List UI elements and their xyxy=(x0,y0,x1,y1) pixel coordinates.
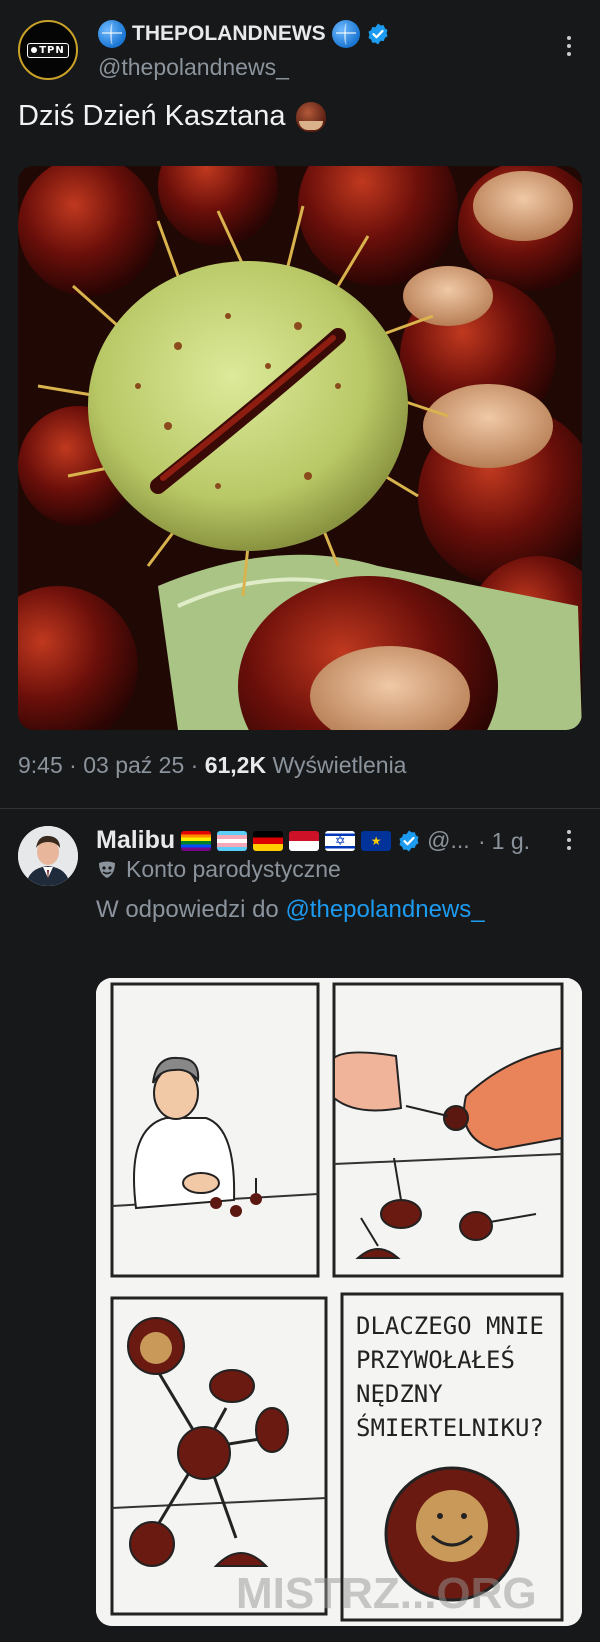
comic-caption-line: ŚMIERTELNIKU? xyxy=(356,1412,544,1442)
more-options-icon[interactable] xyxy=(566,830,572,850)
avatar[interactable] xyxy=(18,826,78,886)
reply-handle-link[interactable]: @thepolandnews_ xyxy=(285,896,484,923)
parody-text: Konto parodystyczne xyxy=(126,856,341,882)
handle[interactable]: @... xyxy=(427,827,470,854)
author-row: THEPOLANDNEWS xyxy=(98,20,390,48)
tweet-date[interactable]: 03 paź 25 xyxy=(83,752,184,778)
chestnut-emoji-icon xyxy=(295,101,326,132)
chestnut-photo xyxy=(18,166,582,730)
verified-badge-icon[interactable] xyxy=(397,829,421,853)
verified-badge-icon[interactable] xyxy=(366,22,390,46)
avatar[interactable]: TPN xyxy=(18,20,78,80)
more-options-icon[interactable] xyxy=(566,36,572,56)
parody-label: Konto parodystyczne xyxy=(96,856,341,883)
display-name[interactable]: THEPOLANDNEWS xyxy=(132,22,326,46)
comic-image[interactable]: DLACZEGO MNIE PRZYWOŁAŁEŚ NĘDZNY ŚMIERTE… xyxy=(96,978,582,1626)
tweet-meta: 9:45 · 03 paź 25 · 61,2K Wyświetlenia xyxy=(18,752,407,778)
tweet-photo[interactable] xyxy=(18,166,582,730)
tweet-text: Dziś Dzień Kasztana xyxy=(18,100,326,133)
eu-flag-icon: ★ xyxy=(361,830,392,851)
time-ago-row: · 1 g. xyxy=(478,828,531,855)
monaco-flag-icon xyxy=(289,830,320,851)
rainbow-flag-icon xyxy=(181,830,212,851)
comic-caption-line: PRZYWOŁAŁEŚ xyxy=(356,1344,515,1374)
reply-context: W odpowiedzi do @thepolandnews_ xyxy=(96,896,485,924)
germany-flag-icon xyxy=(253,830,284,851)
handle[interactable]: @thepolandnews_ xyxy=(98,54,289,81)
avatar-photo xyxy=(18,826,78,886)
israel-flag-icon: ✡ xyxy=(325,830,356,851)
divider xyxy=(0,808,600,809)
tpn-logo: TPN xyxy=(27,42,69,58)
globe-emoji-icon xyxy=(98,20,126,48)
transgender-flag-icon xyxy=(217,830,248,851)
comic-caption-line: NĘDZNY xyxy=(356,1380,443,1408)
theater-mask-icon xyxy=(99,861,115,878)
author-row: Malibu ✡ ★ @... xyxy=(96,826,470,855)
display-name[interactable]: Malibu xyxy=(96,826,175,855)
comic-drawing: DLACZEGO MNIE PRZYWOŁAŁEŚ NĘDZNY ŚMIERTE… xyxy=(96,978,582,1626)
tweet-text-content: Dziś Dzień Kasztana xyxy=(18,100,286,132)
comic-caption-line: DLACZEGO MNIE xyxy=(356,1312,544,1340)
reply-prefix: W odpowiedzi do xyxy=(96,896,279,923)
globe-emoji-icon xyxy=(331,20,360,48)
time-ago[interactable]: 1 g. xyxy=(492,828,530,855)
views-label: Wyświetlenia xyxy=(272,752,407,778)
watermark: MISTRZ...ORG xyxy=(236,1569,537,1618)
tweet-time[interactable]: 9:45 xyxy=(18,752,63,778)
views-count: 61,2K xyxy=(204,752,267,778)
